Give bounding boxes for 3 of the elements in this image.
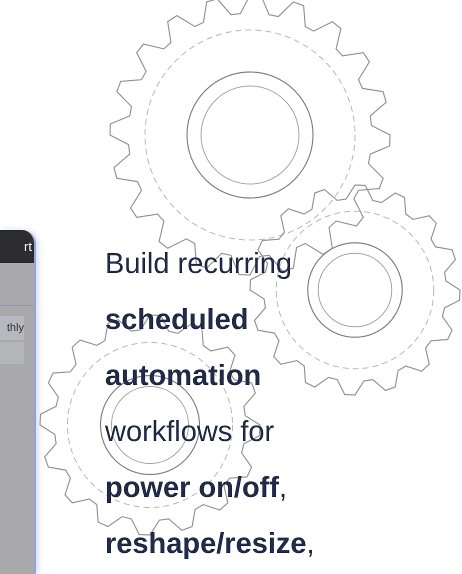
app-header: rt bbox=[0, 230, 34, 263]
app-cell: thly bbox=[0, 316, 24, 340]
headline: Build recurring scheduled automation workflows for power on/off, reshape/resize, bbox=[105, 247, 316, 562]
